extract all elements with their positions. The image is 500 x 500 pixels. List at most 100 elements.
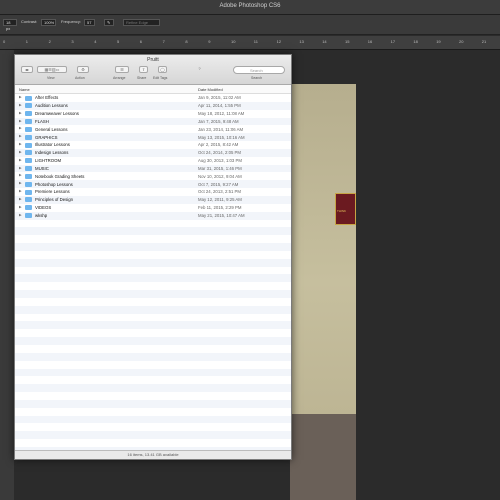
disclosure-triangle-icon[interactable]: ▶ bbox=[19, 189, 22, 193]
disclosure-triangle-icon[interactable]: ▶ bbox=[19, 134, 22, 138]
item-name: wkshp bbox=[35, 212, 48, 218]
finder-toolbar: Pruitt ◂▸ ▦☰▥▭ View ⚙ Action ☰ Arrange ⇪… bbox=[15, 55, 291, 85]
list-item[interactable]: ▶ Dreamweaver Lessons May 18, 2012, 11:08 … bbox=[15, 110, 291, 118]
ruler-tick-label: 21 bbox=[481, 39, 487, 44]
item-name: Photoshop Lessons bbox=[35, 181, 73, 187]
empty-row bbox=[15, 258, 291, 267]
disclosure-triangle-icon[interactable]: ▶ bbox=[19, 166, 22, 170]
list-item[interactable]: ▶ Illustrator Lessons Apr 2, 2015, 8:42 AM bbox=[15, 141, 291, 149]
empty-row bbox=[15, 305, 291, 314]
ruler-tick-label: 3 bbox=[71, 39, 74, 44]
contrast-field[interactable]: 100% bbox=[41, 19, 56, 26]
list-item[interactable]: ▶ LIGHTROOM Aug 30, 2013, 1:03 PM bbox=[15, 157, 291, 165]
pen-pressure-icon[interactable]: ✎ bbox=[104, 19, 114, 26]
disclosure-triangle-icon[interactable]: ▶ bbox=[19, 173, 22, 177]
app-title: Adobe Photoshop CS6 bbox=[219, 3, 281, 9]
item-date: Apr 11, 2014, 1:55 PM bbox=[198, 103, 241, 109]
item-name: Dreamweaver Lessons bbox=[35, 110, 79, 116]
back-forward-icon[interactable]: ◂▸ bbox=[21, 66, 33, 73]
options-bar: 18 px Contrast: 100% Frequency: 57 ✎ Ref… bbox=[0, 15, 500, 35]
folder-icon bbox=[25, 95, 32, 101]
disclosure-triangle-icon[interactable]: ▶ bbox=[19, 95, 22, 99]
empty-row bbox=[15, 399, 291, 408]
ruler-tick-label: 6 bbox=[139, 39, 143, 44]
disclosure-triangle-icon[interactable]: ▶ bbox=[19, 103, 22, 107]
empty-row bbox=[15, 384, 291, 393]
item-date: Feb 11, 2015, 2:29 PM bbox=[198, 205, 242, 211]
gear-icon[interactable]: ⚙ bbox=[77, 66, 89, 73]
view-mode-icon[interactable]: ▦☰▥▭ bbox=[37, 66, 67, 73]
list-item[interactable]: ▶ Principles of Design May 12, 2011, 9:25 … bbox=[15, 195, 291, 204]
folder-icon bbox=[25, 126, 32, 132]
canvas-floor bbox=[290, 414, 356, 500]
disclosure-triangle-icon[interactable]: ▶ bbox=[19, 111, 22, 115]
help-icon[interactable]: ? bbox=[195, 66, 204, 73]
disclosure-triangle-icon[interactable]: ▶ bbox=[19, 213, 22, 217]
ruler-tick-label: 2 bbox=[48, 39, 51, 44]
item-date: Nov 10, 2012, 9:04 AM bbox=[198, 173, 242, 179]
ruler-tick-label: 12 bbox=[276, 39, 282, 44]
empty-row bbox=[15, 408, 291, 416]
disclosure-triangle-icon[interactable]: ▶ bbox=[19, 197, 22, 201]
list-item[interactable]: ▶ Notebook Grading Sheets Nov 10, 2012, 9:… bbox=[15, 172, 291, 180]
view-label: View bbox=[47, 76, 55, 80]
list-item[interactable]: ▶ After Effects Jan 9, 2015, 11:02 AM bbox=[15, 94, 291, 102]
empty-row bbox=[15, 329, 291, 337]
list-item[interactable]: ▶ Audition Lessons Apr 11, 2014, 1:55 PM bbox=[15, 101, 291, 110]
item-date: Oct 7, 2015, 9:27 AM bbox=[198, 181, 239, 187]
date-column-header[interactable]: Date Modified bbox=[198, 87, 223, 92]
ruler-tick-label: 8 bbox=[185, 39, 188, 44]
empty-row bbox=[15, 298, 291, 306]
list-item[interactable]: ▶ Indesign Lessons Oct 24, 2014, 2:05 PM bbox=[15, 148, 291, 157]
empty-row bbox=[15, 376, 291, 384]
empty-row bbox=[15, 352, 291, 361]
folder-icon bbox=[25, 173, 32, 179]
list-item[interactable]: ▶ General Lessons Jan 23, 2014, 11:06 AM bbox=[15, 125, 291, 133]
list-item[interactable]: ▶ MUSIC Mar 31, 2015, 1:46 PM bbox=[15, 164, 291, 173]
item-date: Oct 24, 2013, 2:51 PM bbox=[198, 189, 241, 195]
item-name: VIDEOS bbox=[35, 205, 52, 211]
empty-row bbox=[15, 235, 291, 243]
share-icon[interactable]: ⇪ bbox=[139, 66, 148, 73]
ruler-tick-label: 5 bbox=[117, 39, 120, 44]
folder-icon bbox=[25, 142, 32, 148]
item-date: Jan 9, 2015, 11:02 AM bbox=[198, 95, 241, 101]
item-date: Oct 24, 2014, 2:05 PM bbox=[198, 150, 241, 156]
empty-row bbox=[15, 337, 291, 345]
disclosure-triangle-icon[interactable]: ▶ bbox=[19, 158, 22, 162]
name-column-header[interactable]: Name bbox=[19, 87, 30, 92]
brush-size-field[interactable]: 18 px bbox=[3, 19, 17, 31]
empty-row bbox=[15, 220, 291, 228]
disclosure-triangle-icon[interactable]: ▶ bbox=[19, 205, 22, 209]
search-field[interactable]: Search bbox=[233, 66, 285, 74]
ruler-tick-label: 11 bbox=[253, 39, 258, 44]
disclosure-triangle-icon[interactable]: ▶ bbox=[19, 181, 22, 185]
folder-icon bbox=[25, 189, 32, 195]
empty-row bbox=[15, 439, 291, 447]
list-item[interactable]: ▶ wkshp May 21, 2015, 10:47 AM bbox=[15, 211, 291, 220]
disclosure-triangle-icon[interactable]: ▶ bbox=[19, 119, 22, 123]
frequency-field[interactable]: 57 bbox=[84, 19, 95, 26]
folder-icon bbox=[25, 111, 32, 117]
arrange-icon[interactable]: ☰ bbox=[115, 66, 129, 73]
list-item[interactable]: ▶ VIDEOS Feb 11, 2015, 2:29 PM bbox=[15, 204, 291, 212]
list-item[interactable]: ▶ Photoshop Lessons Oct 7, 2015, 9:27 AM bbox=[15, 180, 291, 189]
disclosure-triangle-icon[interactable]: ▶ bbox=[19, 150, 22, 154]
refine-edge-button[interactable]: Refine Edge bbox=[123, 19, 160, 26]
ruler-tick-label: 19 bbox=[436, 39, 441, 44]
tag-icon[interactable]: ◯ bbox=[158, 66, 167, 73]
disclosure-triangle-icon[interactable]: ▶ bbox=[19, 142, 22, 146]
folder-icon bbox=[25, 166, 32, 172]
frequency-label: Frequency: bbox=[61, 19, 82, 24]
ruler-tick-label: 0 bbox=[3, 39, 6, 44]
ruler-tick-label: 9 bbox=[208, 39, 211, 44]
empty-row bbox=[15, 227, 291, 236]
list-item[interactable]: ▶ FLASH Jan 7, 2015, 9:48 AM bbox=[15, 117, 291, 126]
empty-row bbox=[15, 392, 291, 400]
share-label: Share bbox=[137, 76, 147, 80]
status-bar: 16 items, 13.41 GB available bbox=[15, 450, 291, 459]
list-item[interactable]: ▶ GRAPHICS May 13, 2015, 10:16 AM bbox=[15, 133, 291, 142]
item-name: MUSIC bbox=[35, 165, 49, 171]
list-item[interactable]: ▶ Premiere Lessons Oct 24, 2013, 2:51 PM bbox=[15, 188, 291, 196]
disclosure-triangle-icon[interactable]: ▶ bbox=[19, 126, 22, 130]
